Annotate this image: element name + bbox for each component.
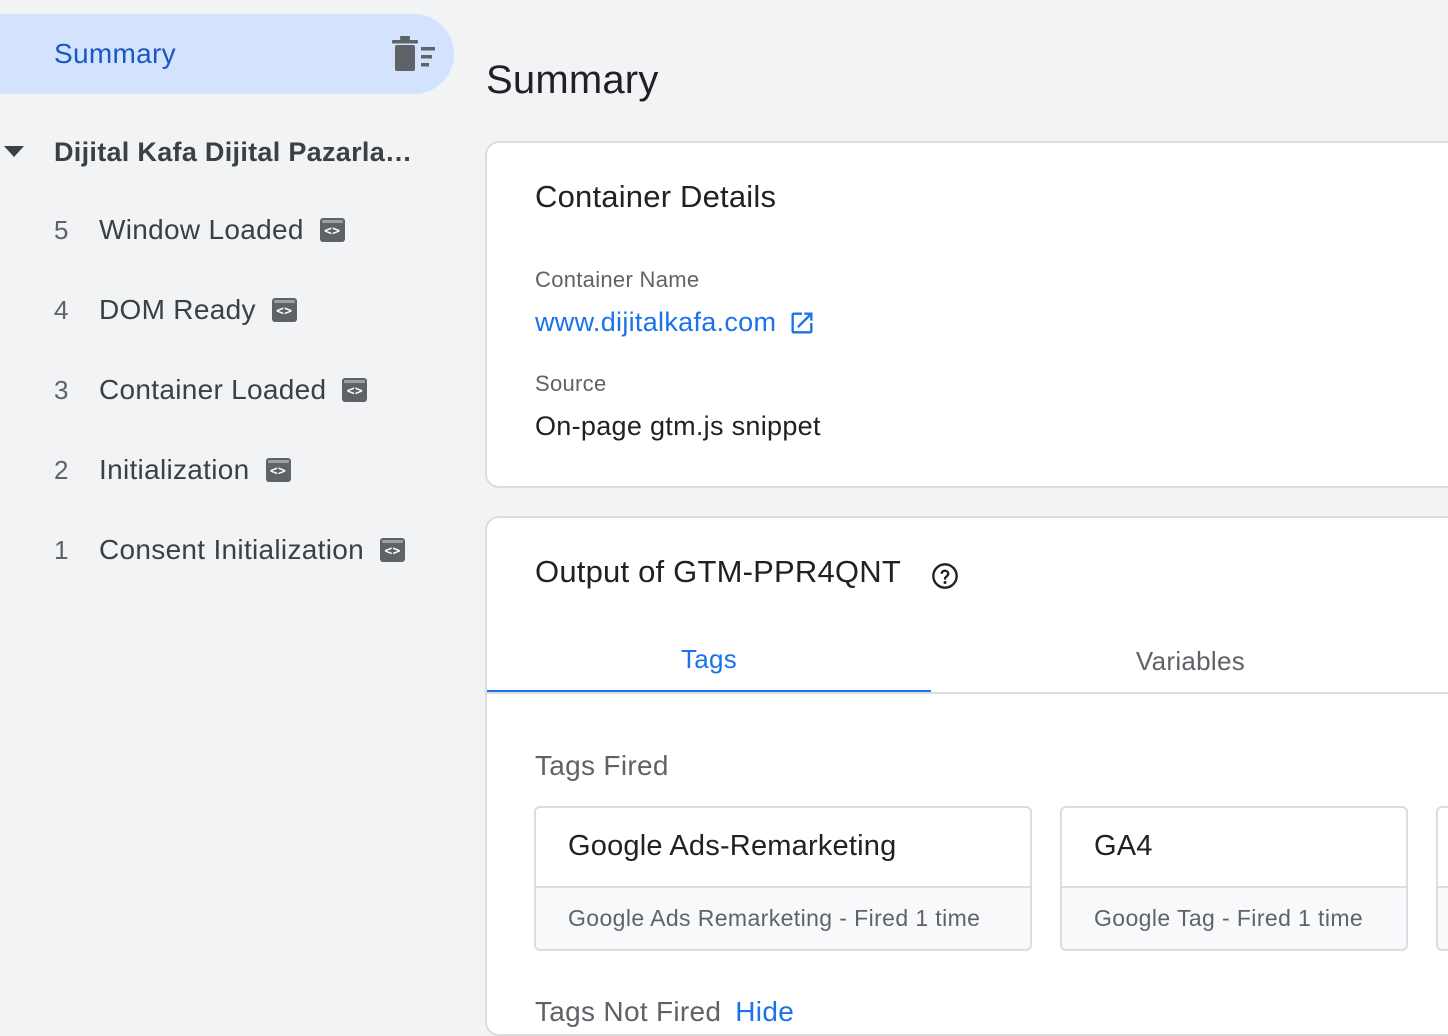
event-item-window-loaded[interactable]: 5 Window Loaded: [0, 190, 460, 270]
event-number: 4: [54, 294, 69, 325]
source-value: On-page gtm.js snippet: [535, 411, 821, 441]
event-name: Initialization: [99, 454, 250, 485]
output-title: Output of GTM-PPR4QNT: [535, 554, 901, 589]
open-in-new-icon[interactable]: [788, 309, 816, 337]
tag-card-partial[interactable]: [1436, 806, 1448, 951]
sidebar-summary-label: Summary: [54, 38, 176, 69]
container-details-card: Container Details Container Name www.dij…: [485, 141, 1448, 488]
main-title: Summary: [486, 58, 659, 102]
caret-down-icon[interactable]: [4, 146, 24, 157]
tag-detail: Google Tag - Fired 1 time: [1062, 886, 1406, 949]
event-item-container-loaded[interactable]: 3 Container Loaded: [0, 350, 460, 430]
output-card: Output of GTM-PPR4QNT Tags Variables Tag…: [485, 516, 1448, 1036]
tag-card-google-ads-remarketing[interactable]: Google Ads-Remarketing Google Ads Remark…: [534, 806, 1032, 951]
sidebar: Summary Dijital Kafa Dijital Pazarlama A…: [0, 0, 470, 1012]
code-icon: [379, 537, 405, 562]
event-item-dom-ready[interactable]: 4 DOM Ready: [0, 270, 460, 350]
event-number: 1: [54, 534, 69, 565]
event-name: Window Loaded: [99, 214, 304, 245]
clear-all-icon[interactable]: [392, 36, 436, 72]
sidebar-summary-item[interactable]: Summary: [0, 14, 454, 94]
tags-fired-label: Tags Fired: [535, 750, 669, 781]
event-number: 3: [54, 374, 69, 405]
tab-variables[interactable]: Variables: [931, 628, 1448, 694]
tag-name: GA4: [1094, 830, 1153, 862]
code-icon: [319, 217, 345, 242]
event-name: Container Loaded: [99, 374, 327, 405]
code-icon: [265, 457, 291, 482]
event-item-initialization[interactable]: 2 Initialization: [0, 430, 460, 510]
code-icon: [342, 377, 368, 402]
container-details-title: Container Details: [535, 179, 777, 214]
event-number: 5: [54, 214, 69, 245]
tag-detail-partial: [1438, 886, 1448, 949]
page-header[interactable]: Dijital Kafa Dijital Pazarlama Ajansı: [0, 112, 460, 192]
event-name: DOM Ready: [99, 294, 256, 325]
tab-tags[interactable]: Tags: [487, 628, 931, 694]
code-icon: [271, 297, 297, 322]
container-name-value[interactable]: www.dijitalkafa.com: [535, 307, 776, 338]
tags-not-fired-header: Tags Not Fired Hide: [535, 996, 794, 1028]
container-name-label: Container Name: [535, 267, 700, 292]
event-name: Consent Initialization: [99, 534, 364, 565]
page-title: Dijital Kafa Dijital Pazarlama Ajansı: [54, 136, 436, 167]
tag-name: Google Ads-Remarketing: [568, 830, 897, 862]
container-name-link[interactable]: www.dijitalkafa.com: [535, 307, 816, 338]
source-label: Source: [535, 371, 607, 396]
tag-detail: Google Ads Remarketing - Fired 1 time: [536, 886, 1030, 949]
help-icon[interactable]: [931, 562, 959, 590]
tag-card-ga4[interactable]: GA4 Google Tag - Fired 1 time: [1060, 806, 1408, 951]
event-item-consent-initialization[interactable]: 1 Consent Initialization: [0, 510, 460, 590]
event-number: 2: [54, 454, 69, 485]
tabs-divider: [487, 692, 1448, 694]
